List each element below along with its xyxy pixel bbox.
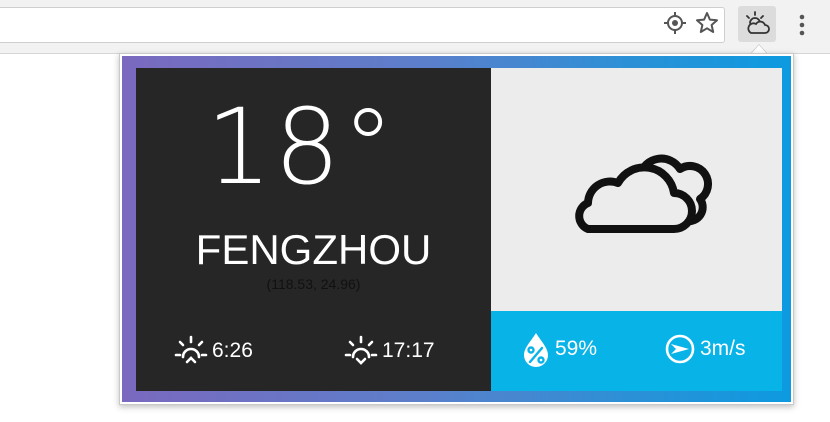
humidity-drop-icon — [524, 333, 548, 367]
sunset-icon — [344, 335, 378, 365]
sunrise-icon — [174, 335, 208, 364]
coordinates: (118.53, 24.96) — [266, 276, 361, 292]
sunset-stat: 17:17 — [344, 331, 435, 371]
sunrise-time: 6:26 — [212, 339, 253, 362]
humidity-stat: 59% — [521, 329, 597, 369]
cloudy-icon — [575, 154, 712, 233]
condition-panel — [491, 68, 782, 311]
weather-extension-button[interactable] — [738, 6, 776, 42]
temperature: 18° — [205, 86, 397, 208]
address-bar[interactable] — [0, 7, 725, 43]
sunset-time: 17:17 — [382, 339, 435, 362]
bookmark-star-icon[interactable] — [695, 11, 719, 35]
location-icon[interactable] — [663, 11, 687, 35]
current-weather-panel: 18° FENGZHOU (118.53, 24.96) 6:26 17:17 — [136, 68, 491, 391]
wind-value: 3m/s — [700, 337, 746, 360]
sunrise-stat: 6:26 — [174, 331, 253, 371]
wind-stat: 3m/s — [664, 329, 746, 369]
humidity-value: 59% — [555, 337, 598, 360]
popup-frame: 18° FENGZHOU (118.53, 24.96) 6:26 17:17 … — [122, 56, 791, 402]
conditions-detail-panel: 59% 3m/s — [491, 311, 782, 391]
weather-popup: 18° FENGZHOU (118.53, 24.96) 6:26 17:17 … — [119, 53, 794, 405]
menu-kebab-icon[interactable] — [790, 11, 814, 39]
wind-direction-icon — [665, 334, 695, 364]
city-name: FENGZHOU — [195, 226, 432, 273]
weather-extension-icon — [746, 11, 770, 34]
browser-toolbar — [0, 0, 830, 54]
